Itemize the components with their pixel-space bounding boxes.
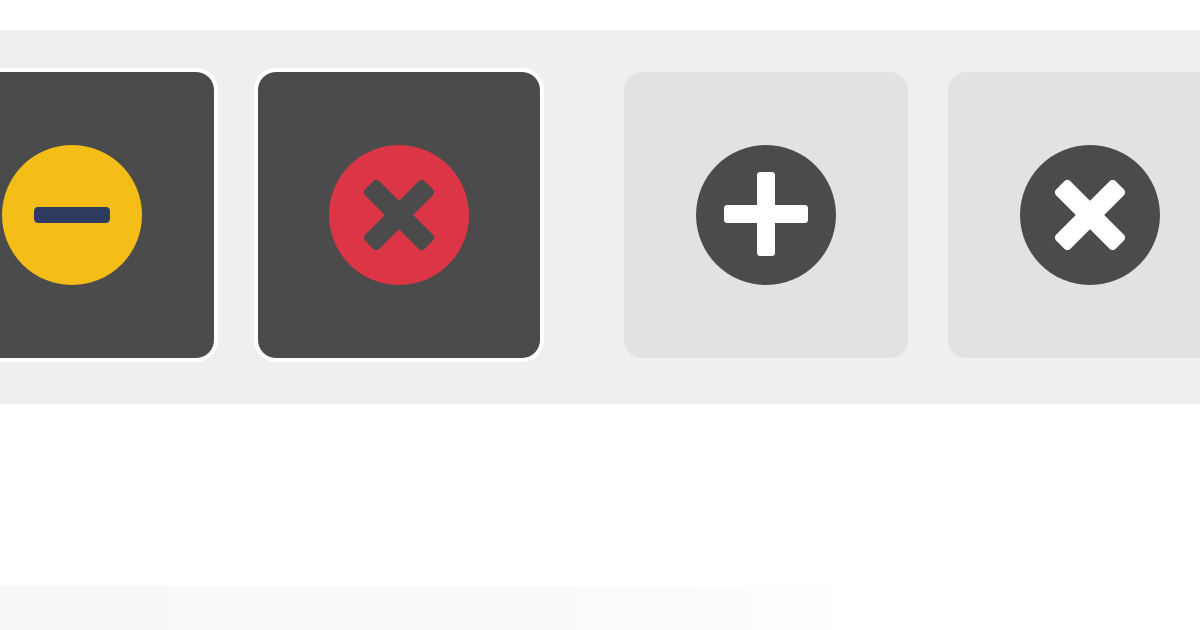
close-circle-icon (1020, 145, 1160, 285)
background-smudge (0, 586, 850, 630)
screenshot-canvas (0, 0, 1200, 630)
close-button-inactive[interactable] (948, 72, 1200, 358)
plus-circle-icon (696, 145, 836, 285)
close-button-active[interactable] (258, 72, 540, 358)
minus-button[interactable] (0, 72, 214, 358)
icon-toolbar (0, 30, 1200, 404)
add-button[interactable] (624, 72, 908, 358)
minus-circle-icon (2, 145, 142, 285)
close-circle-icon (329, 145, 469, 285)
